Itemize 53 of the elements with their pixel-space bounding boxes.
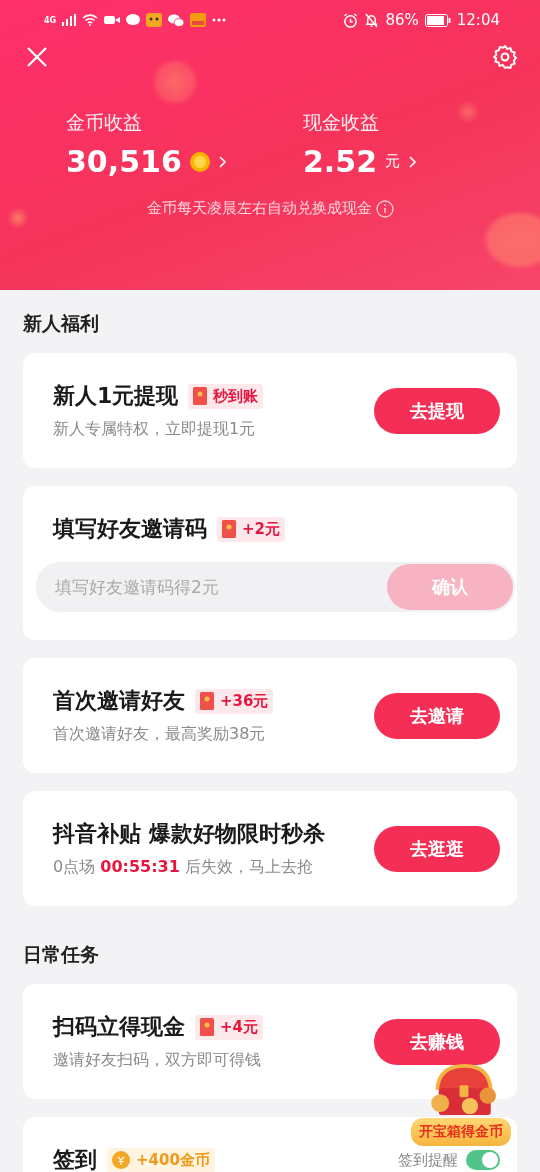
exchange-note: 金币每天凌晨左右自动兑换成现金	[146, 199, 372, 218]
coin-icon	[112, 1151, 130, 1169]
section-title: 新人福利	[23, 311, 100, 336]
reward-text: +4元	[220, 1017, 258, 1037]
chevron-icon	[217, 154, 228, 169]
section-title: 日常任务	[23, 942, 100, 967]
task-title: 扫码立得现金	[53, 1013, 185, 1041]
task-description: 0点场 00:55:31 后失效，马上去抢	[53, 857, 314, 878]
action-button[interactable]: 去邀请	[374, 692, 500, 739]
coin-icon	[189, 151, 210, 172]
alarm-icon	[343, 12, 359, 28]
action-button[interactable]: 去逛逛	[374, 825, 500, 872]
envelope-icon	[200, 1018, 214, 1036]
more-icon	[212, 18, 227, 22]
envelope-icon	[193, 387, 208, 405]
task-description: 首次邀请好友，最高奖励38元	[53, 724, 267, 745]
stat-label: 金币收益	[66, 110, 143, 135]
task-description: 邀请好友扫码，双方即可得钱	[53, 1050, 262, 1071]
mute-icon	[364, 12, 380, 28]
app-icon	[146, 13, 163, 27]
task-description: 新人专属特权，立即提现1元	[53, 419, 257, 440]
action-button[interactable]: 去提现	[374, 387, 500, 434]
toggle-label: 签到提醒	[398, 1150, 458, 1170]
reward-text: +2元	[242, 519, 280, 539]
settings-button[interactable]	[492, 44, 518, 70]
clock: 12:04	[456, 11, 500, 29]
treasure-chest-label[interactable]: 开宝箱得金币	[411, 1118, 511, 1146]
network-label: 4G	[44, 15, 57, 25]
reward-text: +36元	[220, 691, 269, 711]
envelope-icon	[200, 692, 214, 710]
reward-text: +400金币	[136, 1150, 210, 1170]
battery-percent: 86%	[385, 11, 419, 29]
stat-label: 现金收益	[303, 110, 380, 135]
task-title: 签到	[53, 1146, 97, 1172]
wifi-icon	[82, 14, 99, 26]
stat-value-link[interactable]: 30,516	[66, 144, 228, 179]
envelope-icon	[222, 520, 236, 538]
reward-text: 秒到账	[213, 386, 259, 406]
task-title: 新人1元提现	[53, 382, 179, 410]
reminder-toggle[interactable]	[466, 1150, 500, 1170]
stat-value-link[interactable]: 2.52 元	[303, 144, 419, 179]
chevron-icon	[408, 154, 419, 169]
action-button[interactable]: 去赚钱	[374, 1018, 500, 1065]
battery-icon	[424, 13, 451, 27]
signal-icon	[62, 14, 77, 26]
wechat-icon	[168, 13, 185, 27]
app-icon	[190, 13, 207, 27]
task-title: 首次邀请好友	[53, 687, 185, 715]
info-icon[interactable]	[375, 199, 394, 218]
chat-icon	[126, 14, 141, 26]
task-title: 填写好友邀请码	[53, 515, 207, 543]
video-icon	[104, 15, 121, 25]
task-title: 抖音补贴 爆款好物限时秒杀	[53, 820, 325, 848]
